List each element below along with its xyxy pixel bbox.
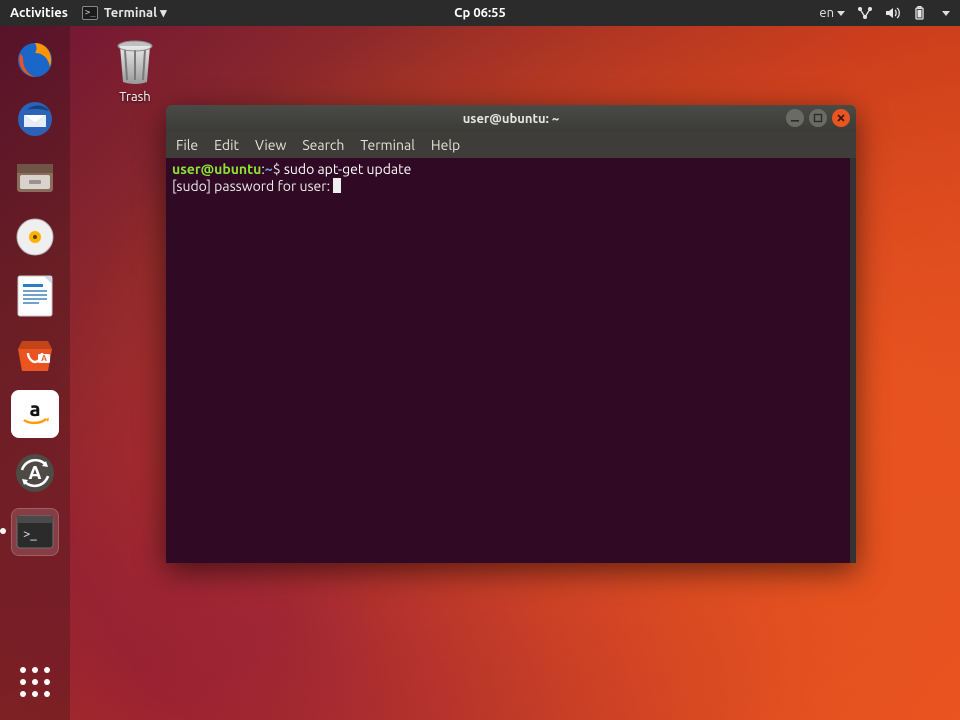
dock-terminal[interactable]: >_ [11,508,59,556]
prompt-sigil: $ [273,161,281,177]
menu-terminal[interactable]: Terminal [360,137,415,153]
input-language-indicator[interactable]: en [819,6,845,20]
svg-text:>_: >_ [23,527,37,541]
window-controls [786,109,850,127]
system-menu-chevron-icon[interactable] [942,11,950,16]
dock-ubuntu-software[interactable]: A [11,331,59,379]
input-language-label: en [819,6,834,20]
trash-icon [113,36,157,86]
dock-amazon[interactable]: a [11,390,59,438]
window-close-button[interactable] [832,109,850,127]
app-menu-label: Terminal ▾ [104,6,167,21]
launcher-dock: A a A >_ [0,26,70,720]
terminal-command-text: sudo apt-get update [284,161,412,177]
terminal-cursor [333,178,341,193]
show-applications-button[interactable] [11,658,59,706]
top-panel: Activities >_ Terminal ▾ Ср 06:55 en [0,0,960,26]
desktop-root: Activities >_ Terminal ▾ Ср 06:55 en [0,0,960,720]
dock-rhythmbox[interactable] [11,213,59,261]
svg-text:A: A [41,354,47,363]
menu-view[interactable]: View [255,137,286,153]
dock-thunderbird[interactable] [11,95,59,143]
top-panel-right: en [819,6,950,20]
dock-files[interactable] [11,154,59,202]
prompt-path: ~ [265,161,273,177]
menu-help[interactable]: Help [431,137,460,153]
app-menu-button[interactable]: >_ Terminal ▾ [82,6,167,21]
dock-software-updater[interactable]: A [11,449,59,497]
terminal-titlebar[interactable]: user@ubuntu: ~ [166,105,856,132]
prompt-userhost: user@ubuntu [172,161,261,177]
network-icon[interactable] [857,6,873,20]
window-minimize-button[interactable] [786,109,804,127]
top-panel-left: Activities >_ Terminal ▾ [10,6,167,21]
desktop-trash-label: Trash [119,90,150,104]
chevron-down-icon [837,11,845,16]
svg-text:a: a [29,397,40,420]
terminal-mini-icon: >_ [82,6,98,20]
menu-search[interactable]: Search [302,137,344,153]
terminal-line2: [sudo] password for user: [172,178,333,194]
svg-text:A: A [29,463,42,483]
menu-file[interactable]: File [176,137,198,153]
activities-button[interactable]: Activities [10,6,68,20]
dock-libreoffice-writer[interactable] [11,272,59,320]
dock-firefox[interactable] [11,36,59,84]
terminal-window: user@ubuntu: ~ File Edit View Search Ter… [166,105,856,563]
desktop-trash-icon[interactable]: Trash [100,36,170,104]
menu-edit[interactable]: Edit [214,137,239,153]
terminal-body[interactable]: user@ubuntu:~$ sudo apt-get update [sudo… [166,158,856,563]
terminal-menubar: File Edit View Search Terminal Help [166,132,856,158]
terminal-title: user@ubuntu: ~ [463,112,560,126]
sound-icon[interactable] [885,6,900,20]
window-maximize-button[interactable] [809,109,827,127]
clock[interactable]: Ср 06:55 [454,6,506,20]
battery-icon[interactable] [912,6,927,20]
